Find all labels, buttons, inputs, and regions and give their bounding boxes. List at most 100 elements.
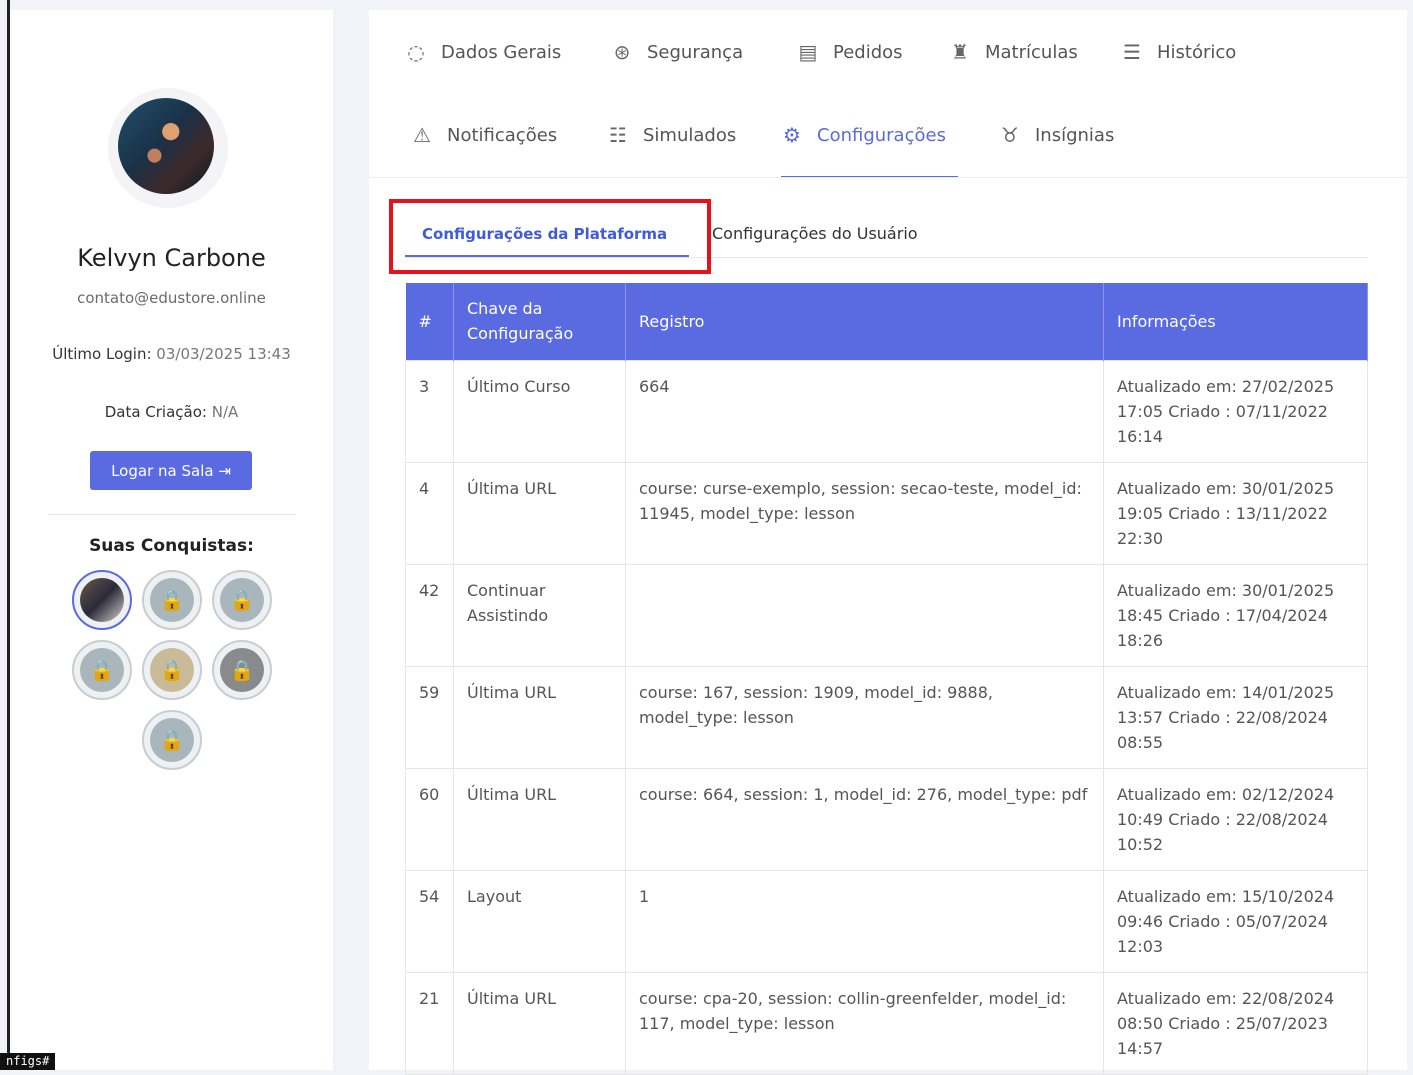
- warning-icon: ⚠: [413, 123, 431, 147]
- list-icon: ☰: [1123, 40, 1141, 64]
- lock-icon: 🔒: [150, 648, 194, 692]
- gear-icon: ⚙: [783, 123, 801, 147]
- settings-table: # Chave da Configuração Registro Informa…: [405, 283, 1368, 1075]
- graduate-icon: ♜: [951, 40, 969, 64]
- cell-key: Último Curso: [453, 359, 626, 463]
- locked-badge[interactable]: 🔒: [142, 570, 202, 630]
- user-email: contato@edustore.online: [77, 289, 266, 307]
- cell-info: Atualizado em: 30/01/2025 18:45 Criado :…: [1103, 563, 1368, 667]
- avatar-frame: [108, 88, 228, 208]
- cell-value: course: cpa-20, session: collin-greenfel…: [625, 971, 1104, 1075]
- tab-label: Configurações: [817, 124, 946, 146]
- cell-value: course: 167, session: 1909, model_id: 98…: [625, 665, 1104, 769]
- cell-info: Atualizado em: 15/10/2024 09:46 Criado :…: [1103, 869, 1368, 973]
- cell-value: [625, 563, 1104, 667]
- checklist-icon: ☷: [609, 123, 627, 147]
- locked-badge[interactable]: 🔒: [142, 640, 202, 700]
- table-row: 42 Continuar Assistindo Atualizado em: 3…: [405, 563, 1368, 667]
- column-header-key[interactable]: Chave da Configuração: [453, 283, 626, 360]
- cell-value: 1: [625, 869, 1104, 973]
- locked-badge[interactable]: 🔒: [212, 640, 272, 700]
- user-icon: ◌: [407, 40, 425, 64]
- column-header-info[interactable]: Informações: [1103, 283, 1368, 360]
- table-row: 59 Última URL course: 167, session: 1909…: [405, 665, 1368, 769]
- locked-badge[interactable]: 🔒: [212, 570, 272, 630]
- locked-badge[interactable]: 🔒: [142, 710, 202, 770]
- column-header-id[interactable]: #: [405, 283, 454, 360]
- table-row: 4 Última URL course: curse-exemplo, sess…: [405, 461, 1368, 565]
- user-name: Kelvyn Carbone: [77, 244, 266, 272]
- tab-configuracoes[interactable]: ⚙ Configurações: [779, 123, 946, 147]
- tab-label: Matrículas: [985, 41, 1078, 63]
- achievement-image-icon: [80, 578, 124, 622]
- last-login-label: Último Login:: [52, 345, 152, 363]
- cell-info: Atualizado em: 27/02/2025 17:05 Criado :…: [1103, 359, 1368, 463]
- tab-matriculas[interactable]: ♜ Matrículas: [947, 40, 1078, 64]
- login-room-button[interactable]: Logar na Sala ⇥: [90, 451, 252, 490]
- last-login: Último Login: 03/03/2025 13:43: [50, 342, 293, 367]
- cell-info: Atualizado em: 02/12/2024 10:49 Criado :…: [1103, 767, 1368, 871]
- created-value: N/A: [211, 403, 239, 421]
- lifebuoy-icon: ⊛: [613, 40, 631, 64]
- cell-id: 42: [405, 563, 454, 667]
- content-panel: ◌ Dados Gerais ⊛ Segurança ▤ Pedidos ♜ M…: [369, 10, 1407, 1075]
- tab-label: Dados Gerais: [441, 41, 562, 63]
- locked-badge[interactable]: 🔒: [72, 640, 132, 700]
- status-tag: nfigs#: [0, 1053, 56, 1070]
- tab-label: Simulados: [643, 124, 737, 146]
- table-row: 21 Última URL course: cpa-20, session: c…: [405, 971, 1368, 1075]
- lock-icon: 🔒: [220, 578, 264, 622]
- cell-info: Atualizado em: 22/08/2024 08:50 Criado :…: [1103, 971, 1368, 1075]
- cell-info: Atualizado em: 14/01/2025 13:57 Criado :…: [1103, 665, 1368, 769]
- tab-label: Segurança: [647, 41, 744, 63]
- created-date: Data Criação: N/A: [50, 400, 293, 425]
- cell-id: 4: [405, 461, 454, 565]
- cell-id: 54: [405, 869, 454, 973]
- tab-simulados[interactable]: ☷ Simulados: [605, 123, 736, 147]
- tab-dados-gerais[interactable]: ◌ Dados Gerais: [403, 40, 561, 64]
- tabs-divider: [369, 177, 1407, 178]
- cell-value: course: curse-exemplo, session: secao-te…: [625, 461, 1104, 565]
- cell-key: Layout: [453, 869, 626, 973]
- cell-id: 3: [405, 359, 454, 463]
- last-login-value: 03/03/2025 13:43: [156, 345, 291, 363]
- tab-pedidos[interactable]: ▤ Pedidos: [795, 40, 903, 64]
- column-header-value[interactable]: Registro: [625, 283, 1104, 360]
- tab-label: Pedidos: [833, 41, 903, 63]
- cell-key: Última URL: [453, 461, 626, 565]
- cell-value: course: 664, session: 1, model_id: 276, …: [625, 767, 1104, 871]
- tab-historico[interactable]: ☰ Histórico: [1119, 40, 1236, 64]
- tab-insignias[interactable]: ♉ Insígnias: [997, 123, 1114, 147]
- tab-label: Notificações: [447, 124, 558, 146]
- achievements-title: Suas Conquistas:: [89, 536, 254, 556]
- medal-icon: ♉: [1001, 123, 1019, 147]
- lock-icon: 🔒: [150, 718, 194, 762]
- lock-icon: 🔒: [220, 648, 264, 692]
- profile-panel: Kelvyn Carbone contato@edustore.online Ú…: [10, 10, 333, 1070]
- cell-id: 59: [405, 665, 454, 769]
- cell-info: Atualizado em: 30/01/2025 19:05 Criado :…: [1103, 461, 1368, 565]
- document-icon: ▤: [798, 40, 818, 64]
- table-row: 60 Última URL course: 664, session: 1, m…: [405, 767, 1368, 871]
- created-label: Data Criação:: [104, 403, 207, 421]
- cell-key: Última URL: [453, 971, 626, 1075]
- table-row: 54 Layout 1 Atualizado em: 15/10/2024 09…: [405, 869, 1368, 973]
- avatar: [118, 98, 214, 194]
- cell-key: Continuar Assistindo: [453, 563, 626, 667]
- lock-icon: 🔒: [150, 578, 194, 622]
- table-header-row: # Chave da Configuração Registro Informa…: [405, 283, 1368, 360]
- divider: [48, 514, 296, 515]
- tab-notificacoes[interactable]: ⚠ Notificações: [409, 123, 557, 147]
- cell-id: 21: [405, 971, 454, 1075]
- cell-key: Última URL: [453, 767, 626, 871]
- highlight-annotation: [389, 199, 711, 274]
- tab-seguranca[interactable]: ⊛ Segurança: [609, 40, 744, 64]
- tab-label: Histórico: [1157, 41, 1237, 63]
- table-row: 3 Último Curso 664 Atualizado em: 27/02/…: [405, 359, 1368, 463]
- cell-id: 60: [405, 767, 454, 871]
- lock-icon: 🔒: [80, 648, 124, 692]
- tab-label: Insígnias: [1035, 124, 1115, 146]
- achievement-badge[interactable]: [72, 570, 132, 630]
- subtab-user-settings[interactable]: Configurações do Usuário: [712, 224, 918, 243]
- cell-value: 664: [625, 359, 1104, 463]
